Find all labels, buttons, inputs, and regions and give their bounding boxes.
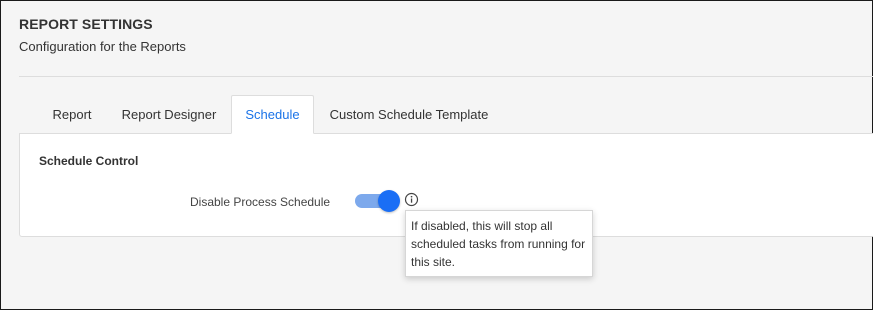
info-tooltip: If disabled, this will stop all schedule… [405, 210, 593, 277]
tab-label: Report Designer [121, 107, 217, 122]
section-title: Schedule Control [39, 154, 139, 168]
page-header: REPORT SETTINGS Configuration for the Re… [19, 16, 186, 54]
tab-report[interactable]: Report [37, 95, 107, 134]
tab-bar: Report Report Designer Schedule Custom S… [19, 95, 873, 134]
header-divider [19, 76, 873, 77]
page-subtitle: Configuration for the Reports [19, 39, 186, 54]
tab-schedule[interactable]: Schedule [231, 95, 314, 134]
tab-label: Custom Schedule Template [329, 107, 489, 122]
toggle-thumb [378, 190, 400, 212]
disable-process-schedule-toggle[interactable] [355, 190, 400, 212]
disable-process-schedule-label: Disable Process Schedule [190, 195, 331, 209]
page-title: REPORT SETTINGS [19, 16, 153, 32]
tab-label: Report [52, 107, 92, 122]
tab-label: Schedule [245, 107, 300, 122]
tab-custom-schedule-template[interactable]: Custom Schedule Template [322, 95, 496, 134]
info-circle-icon[interactable] [404, 192, 419, 207]
tab-report-designer[interactable]: Report Designer [114, 95, 224, 134]
